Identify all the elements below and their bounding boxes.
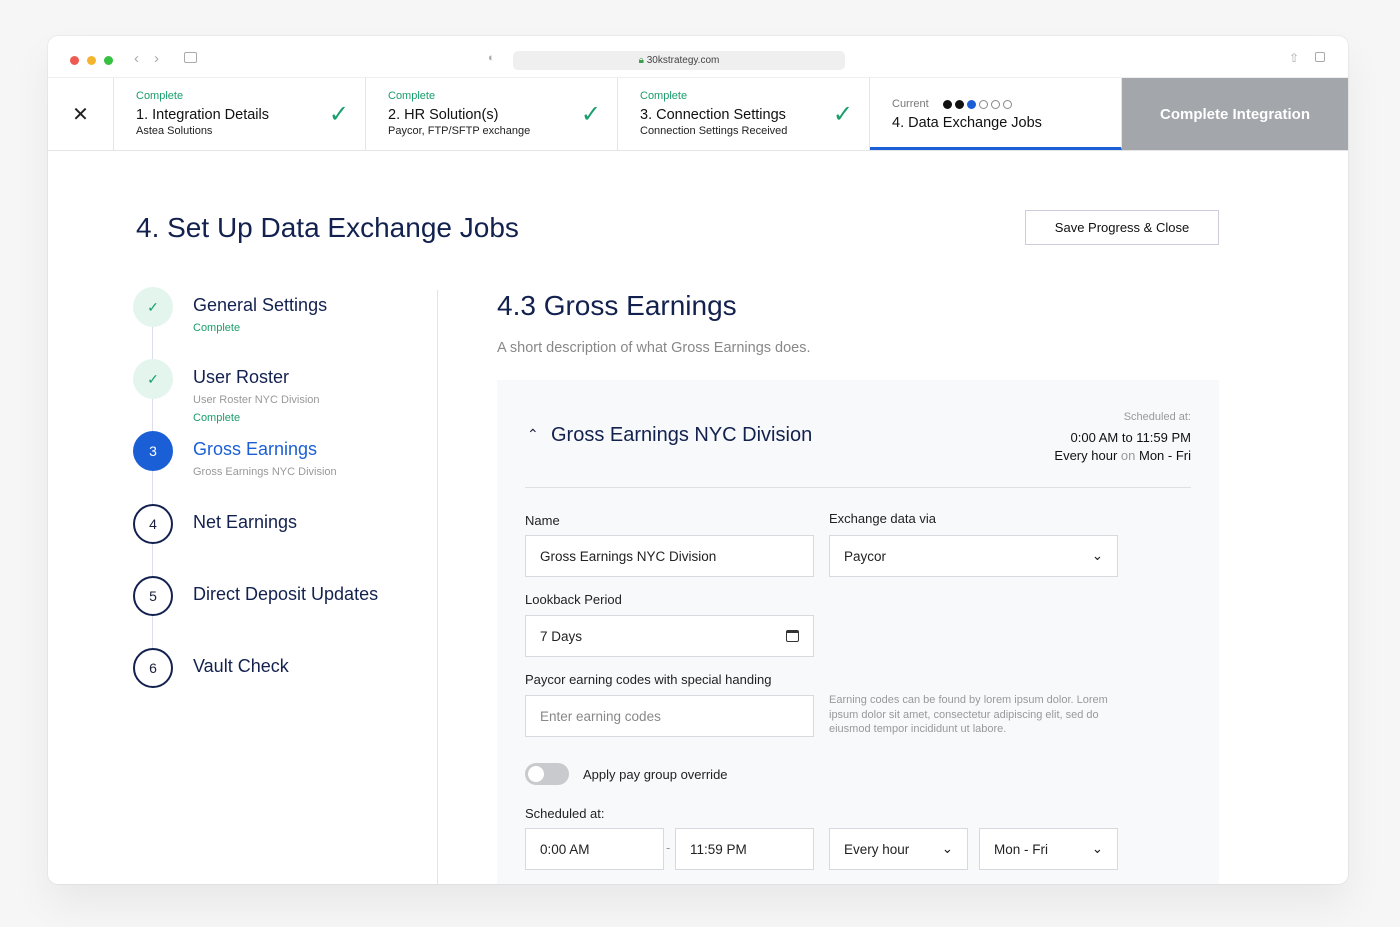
- earning-codes-help: Earning codes can be found by lorem ipsu…: [829, 694, 1108, 735]
- days-select[interactable]: Mon - Fri ⌄: [979, 828, 1118, 870]
- step-number: 3: [133, 431, 173, 471]
- check-icon: ✓: [328, 101, 349, 128]
- close-button[interactable]: ✕: [48, 78, 114, 150]
- share-icon[interactable]: ⇧: [1289, 51, 1299, 65]
- step-title: 4. Data Exchange Jobs: [892, 115, 1042, 131]
- check-icon: ✓: [133, 287, 173, 327]
- frequency: Every hour: [1054, 448, 1118, 463]
- nav-label: User Roster: [193, 367, 290, 387]
- close-window-button[interactable]: [70, 56, 79, 65]
- nav-status: Complete: [193, 412, 241, 424]
- nav-label: General Settings: [193, 295, 328, 315]
- label: Scheduled at:: [1123, 411, 1191, 423]
- check-icon: ✓: [580, 101, 601, 128]
- maximize-window-button[interactable]: [104, 56, 113, 65]
- tabs-icon[interactable]: [1315, 52, 1325, 62]
- stepper: ✕ Complete 1. Integration Details Astea …: [48, 78, 1348, 151]
- value: Paycor: [844, 548, 887, 564]
- minimize-window-button[interactable]: [87, 56, 96, 65]
- nav-subtitle: User Roster NYC Division: [193, 394, 320, 406]
- step-hr-solutions[interactable]: Complete 2. HR Solution(s) Paycor, FTP/S…: [366, 78, 618, 150]
- placeholder: Enter earning codes: [540, 708, 661, 724]
- job-card: ⌃ Gross Earnings NYC Division Scheduled …: [497, 380, 1219, 884]
- lookback-input[interactable]: 7 Days: [525, 615, 814, 657]
- start-time-input[interactable]: 0:00 AM: [525, 828, 664, 870]
- days: Mon - Fri: [1139, 448, 1191, 463]
- earning-codes-label: Paycor earning codes with special handin…: [525, 672, 772, 687]
- shield-icon[interactable]: ◐: [488, 52, 495, 64]
- on-text: on: [1120, 448, 1136, 463]
- step-number: 5: [133, 576, 173, 616]
- progress-dots: [940, 98, 1012, 110]
- address-bar[interactable]: 🔒︎ 30kstrategy.com: [513, 51, 845, 70]
- chevron-up-icon[interactable]: ⌃: [527, 426, 539, 443]
- button-label: Complete Integration: [1159, 105, 1310, 123]
- earning-codes-input[interactable]: Enter earning codes: [525, 695, 814, 737]
- nav-label: Vault Check: [193, 656, 289, 676]
- chevron-down-icon: ⌄: [941, 841, 953, 856]
- calendar-icon[interactable]: [786, 630, 799, 642]
- step-integration-details[interactable]: Complete 1. Integration Details Astea So…: [114, 78, 366, 150]
- nav-label: Gross Earnings: [193, 439, 318, 459]
- exchange-via-label: Exchange data via: [829, 511, 936, 526]
- lock-icon: 🔒︎: [638, 55, 647, 66]
- step-status: Current: [892, 98, 929, 110]
- nav-status: Complete: [193, 322, 241, 334]
- back-icon[interactable]: ‹: [134, 50, 139, 67]
- frequency-select[interactable]: Every hour ⌄: [829, 828, 968, 870]
- lookback-label: Lookback Period: [525, 592, 622, 607]
- value: Mon - Fri: [994, 841, 1048, 857]
- check-icon: ✓: [133, 359, 173, 399]
- pay-group-override-toggle[interactable]: [525, 763, 569, 785]
- schedule-summary: Scheduled at: 0:00 AM to 11:59 PM Every …: [1054, 408, 1191, 465]
- exchange-via-select[interactable]: Paycor ⌄: [829, 535, 1118, 577]
- section-description: A short description of what Gross Earnin…: [497, 340, 811, 356]
- job-title[interactable]: Gross Earnings NYC Division: [551, 424, 812, 447]
- page-title: 4. Set Up Data Exchange Jobs: [136, 212, 519, 243]
- divider: [525, 487, 1191, 488]
- value: Every hour: [844, 841, 910, 857]
- step-number: 4: [133, 504, 173, 544]
- nav-subtitle: Gross Earnings NYC Division: [193, 466, 337, 478]
- sidebar-icon[interactable]: [184, 52, 197, 63]
- step-connection-settings[interactable]: Complete 3. Connection Settings Connecti…: [618, 78, 870, 150]
- end-time-input[interactable]: 11:59 PM: [675, 828, 814, 870]
- chevron-down-icon: ⌄: [1091, 841, 1103, 856]
- override-label: Apply pay group override: [583, 767, 728, 782]
- value: 11:59 PM: [690, 841, 747, 857]
- value: Gross Earnings NYC Division: [540, 548, 717, 564]
- name-label: Name: [525, 513, 560, 528]
- value: 7 Days: [540, 628, 583, 644]
- complete-integration-button[interactable]: Complete Integration: [1122, 78, 1348, 150]
- section-title: 4.3 Gross Earnings: [497, 290, 737, 321]
- forward-icon[interactable]: ›: [154, 50, 159, 67]
- nav-label: Net Earnings: [193, 512, 298, 532]
- scheduled-label: Scheduled at:: [525, 806, 605, 821]
- chevron-down-icon: ⌄: [1091, 548, 1103, 563]
- divider: [437, 290, 438, 884]
- check-icon: ✓: [832, 101, 853, 128]
- save-progress-button[interactable]: Save Progress & Close: [1025, 210, 1219, 245]
- browser-window: ‹ › ◐ 🔒︎ 30kstrategy.com ⇧ ✕ Complete 1.…: [48, 36, 1348, 884]
- step-data-exchange-jobs[interactable]: Current 4. Data Exchange Jobs: [870, 78, 1122, 150]
- nav-label: Direct Deposit Updates: [193, 584, 379, 604]
- value: 0:00 AM: [540, 841, 590, 857]
- dash: -: [666, 840, 671, 855]
- name-input[interactable]: Gross Earnings NYC Division: [525, 535, 814, 577]
- step-number: 6: [133, 648, 173, 688]
- browser-toolbar: ‹ › ◐ 🔒︎ 30kstrategy.com ⇧: [48, 36, 1348, 78]
- time-range: 0:00 AM to 11:59 PM: [1070, 430, 1191, 445]
